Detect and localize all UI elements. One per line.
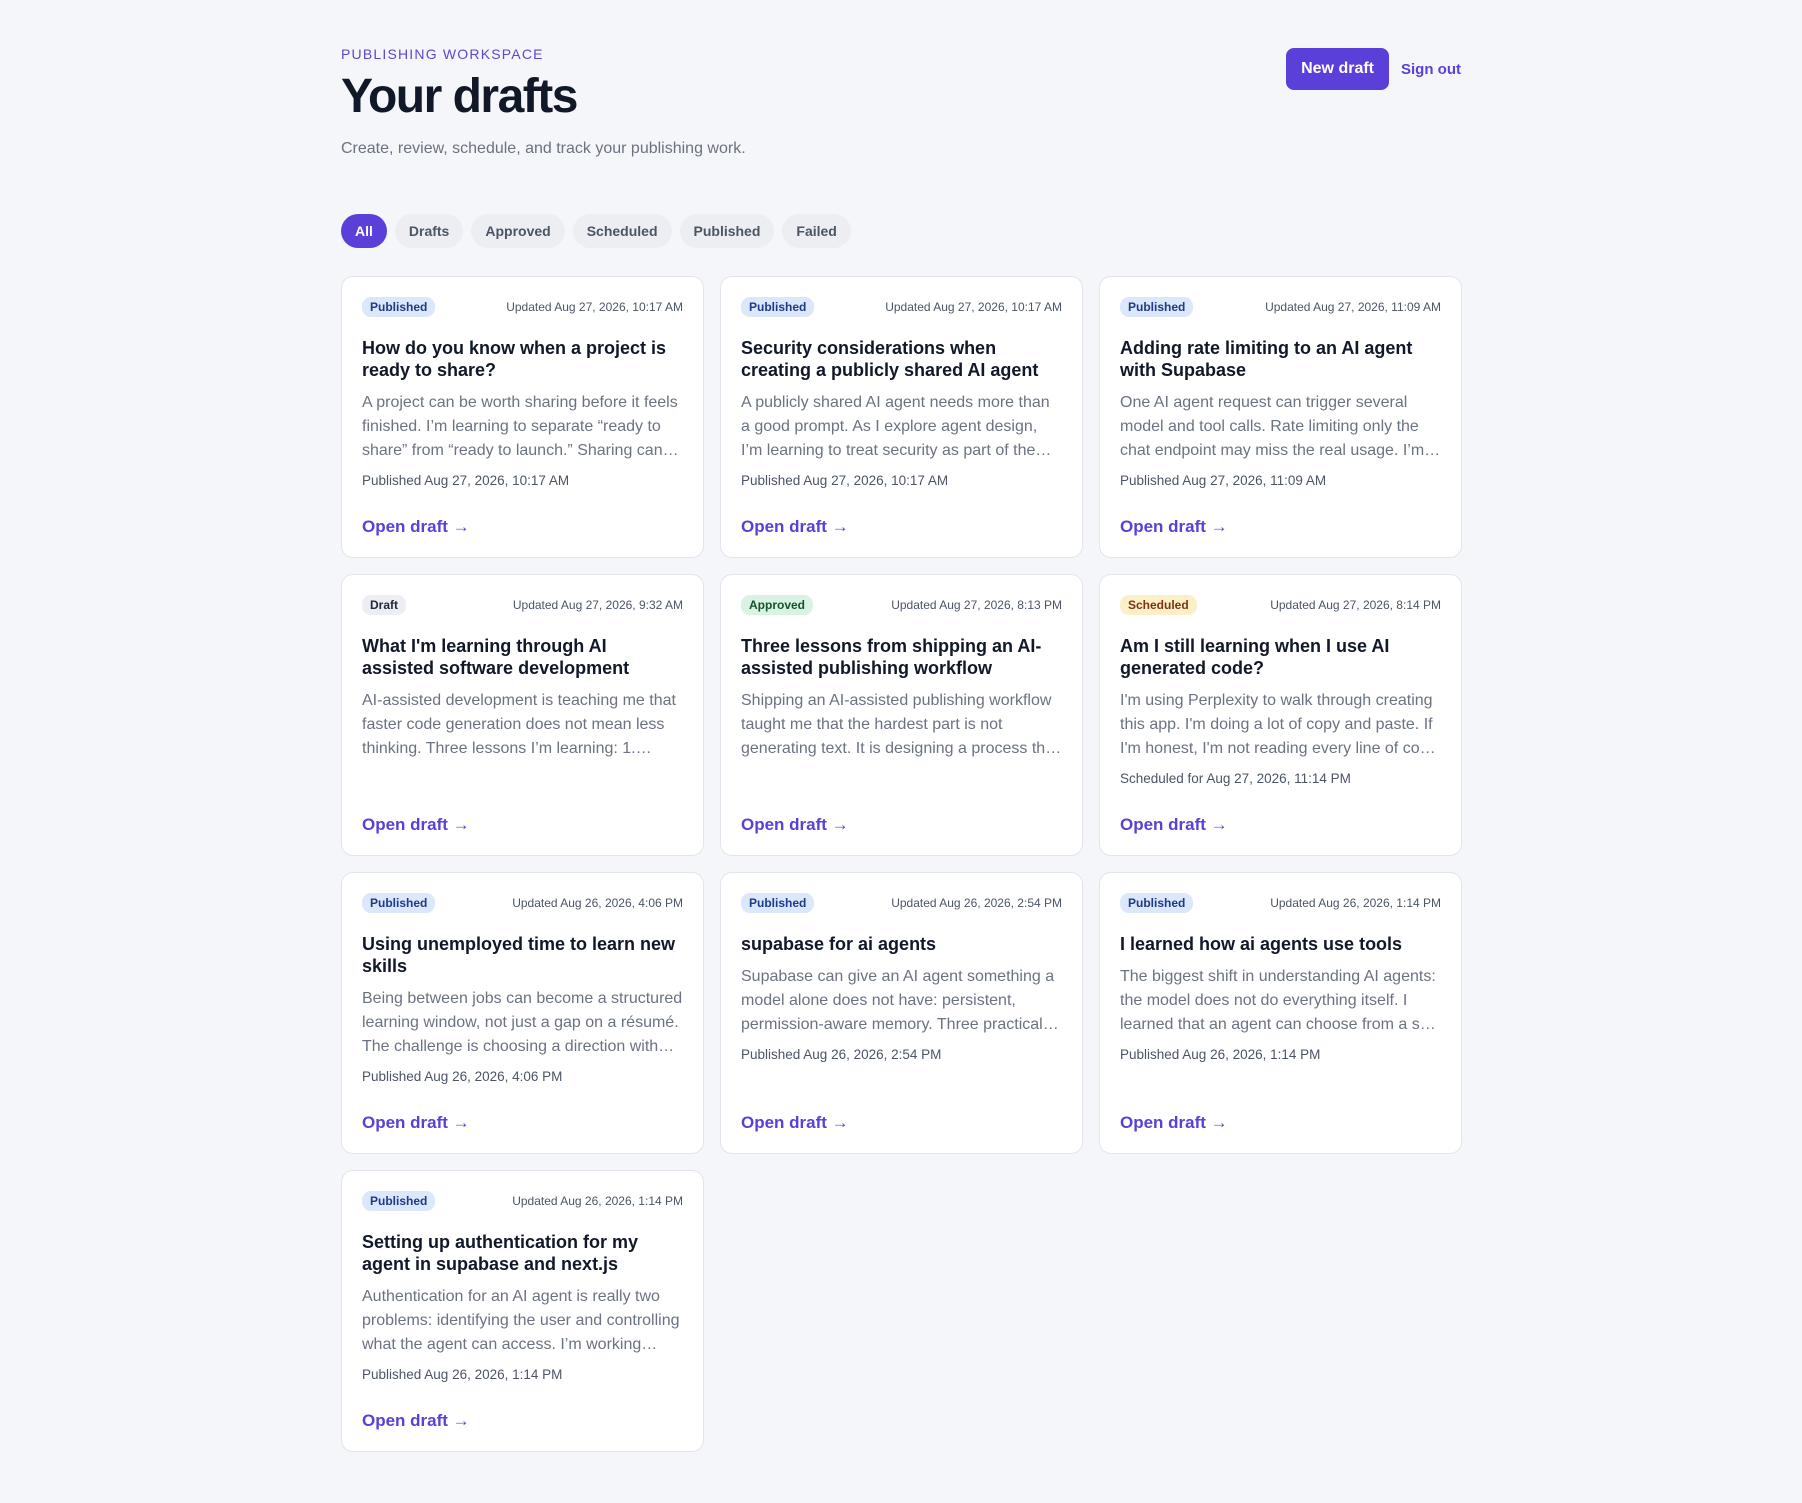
draft-meta: Published Aug 27, 2026, 10:17 AM [741,473,949,488]
drafts-grid: Published Updated Aug 27, 2026, 10:17 AM … [341,276,1462,1452]
open-draft-link[interactable]: Open draft → [362,517,470,537]
open-draft-link[interactable]: Open draft → [1120,1113,1228,1133]
status-badge: Approved [741,595,814,615]
open-draft-link[interactable]: Open draft → [362,815,470,835]
filter-failed[interactable]: Failed [782,214,851,248]
status-badge: Published [741,893,815,913]
open-draft-link[interactable]: Open draft → [741,815,849,835]
draft-card: Scheduled Updated Aug 27, 2026, 8:14 PM A… [1099,574,1462,856]
status-badge: Published [741,297,815,317]
updated-timestamp: Updated Aug 27, 2026, 9:32 AM [512,598,683,612]
sign-out-button[interactable]: Sign out [1401,61,1461,78]
draft-card: Published Updated Aug 27, 2026, 10:17 AM … [720,276,1083,558]
updated-timestamp: Updated Aug 27, 2026, 8:14 PM [1270,598,1441,612]
draft-title: I learned how ai agents use tools [1120,934,1403,954]
draft-meta: Scheduled for Aug 27, 2026, 11:14 PM [1120,771,1351,786]
filter-all[interactable]: All [341,214,387,248]
draft-title: Three lessons from shipping an AI-assist… [741,636,1042,678]
draft-title: supabase for ai agents [741,934,937,954]
draft-excerpt: One AI agent request can trigger several… [1120,394,1425,459]
draft-excerpt: Supabase can give an AI agent something … [741,968,1055,1033]
draft-title: Adding rate limiting to an AI agent with… [1120,338,1413,380]
filter-published[interactable]: Published [679,214,775,248]
draft-meta: Published Aug 26, 2026, 4:06 PM [362,1069,563,1084]
updated-timestamp: Updated Aug 27, 2026, 10:17 AM [506,300,683,314]
page-header: PUBLISHING WORKSPACE Your drafts Create,… [341,46,1461,166]
updated-timestamp: Updated Aug 27, 2026, 8:13 PM [891,598,1062,612]
draft-title: What I'm learning through AI assisted so… [362,636,630,678]
draft-title: Setting up authentication for my agent i… [362,1232,639,1274]
draft-title: Am I still learning when I use AI genera… [1120,636,1390,678]
draft-card: Published Updated Aug 26, 2026, 1:14 PM S… [341,1170,704,1452]
status-badge: Draft [362,595,407,615]
updated-timestamp: Updated Aug 26, 2026, 1:14 PM [512,1194,683,1208]
draft-meta: Published Aug 26, 2026, 1:14 PM [362,1367,563,1382]
draft-excerpt: The biggest shift in understanding AI ag… [1120,968,1436,1033]
draft-card: Published Updated Aug 27, 2026, 11:09 AM … [1099,276,1462,558]
draft-excerpt: Being between jobs can become a structur… [362,990,683,1055]
draft-excerpt: A project can be worth sharing before it… [362,394,678,459]
draft-card: Published Updated Aug 26, 2026, 1:14 PM I… [1099,872,1462,1154]
open-draft-link[interactable]: Open draft → [1120,517,1228,537]
status-filter-tabs: All Drafts Approved Scheduled Published … [341,214,1461,248]
header-actions: New draft Sign out [1286,48,1461,90]
status-badge: Scheduled [1120,595,1197,615]
status-badge: Published [1120,893,1194,913]
status-badge: Published [362,1191,436,1211]
draft-title: How do you know when a project is ready … [362,338,667,380]
open-draft-link[interactable]: Open draft → [1120,815,1228,835]
draft-meta: Published Aug 26, 2026, 2:54 PM [741,1047,942,1062]
draft-excerpt: AI-assisted development is teaching me t… [362,692,676,757]
new-draft-button[interactable]: New draft [1286,48,1389,90]
open-draft-link[interactable]: Open draft → [362,1113,470,1133]
draft-meta: Published Aug 27, 2026, 11:09 AM [1120,473,1327,488]
status-badge: Published [1120,297,1194,317]
filter-drafts[interactable]: Drafts [394,214,464,248]
open-draft-link[interactable]: Open draft → [741,1113,849,1133]
draft-meta: Published Aug 27, 2026, 10:17 AM [362,473,570,488]
draft-card: Approved Updated Aug 27, 2026, 8:13 PM Th… [720,574,1083,856]
page-subtitle: Create, review, schedule, and track your… [341,140,746,158]
status-badge: Published [362,297,436,317]
draft-title: Security considerations when creating a … [741,338,1039,380]
updated-timestamp: Updated Aug 26, 2026, 4:06 PM [512,896,683,910]
draft-meta: Published Aug 26, 2026, 1:14 PM [1120,1047,1321,1062]
updated-timestamp: Updated Aug 27, 2026, 10:17 AM [885,300,1062,314]
draft-excerpt: Shipping an AI-assisted publishing workf… [741,692,1059,757]
draft-card: Draft Updated Aug 27, 2026, 9:32 AM What … [341,574,704,856]
updated-timestamp: Updated Aug 27, 2026, 11:09 AM [1265,300,1441,314]
updated-timestamp: Updated Aug 26, 2026, 1:14 PM [1270,896,1441,910]
draft-excerpt: Authentication for an AI agent is really… [362,1288,680,1353]
open-draft-link[interactable]: Open draft → [741,517,849,537]
filter-scheduled[interactable]: Scheduled [572,214,672,248]
draft-card: Published Updated Aug 26, 2026, 4:06 PM U… [341,872,704,1154]
updated-timestamp: Updated Aug 26, 2026, 2:54 PM [891,896,1062,910]
status-badge: Published [362,893,436,913]
draft-excerpt: A publicly shared AI agent needs more th… [741,394,1050,459]
draft-excerpt: I'm using Perplexity to walk through cre… [1120,692,1438,757]
draft-card: Published Updated Aug 26, 2026, 2:54 PM s… [720,872,1083,1154]
open-draft-link[interactable]: Open draft → [362,1411,470,1431]
drafts-page: PUBLISHING WORKSPACE Your drafts Create,… [341,46,1462,1452]
draft-title: Using unemployed time to learn new skill… [362,934,676,976]
draft-card: Published Updated Aug 27, 2026, 10:17 AM … [341,276,704,558]
filter-approved[interactable]: Approved [471,214,565,248]
